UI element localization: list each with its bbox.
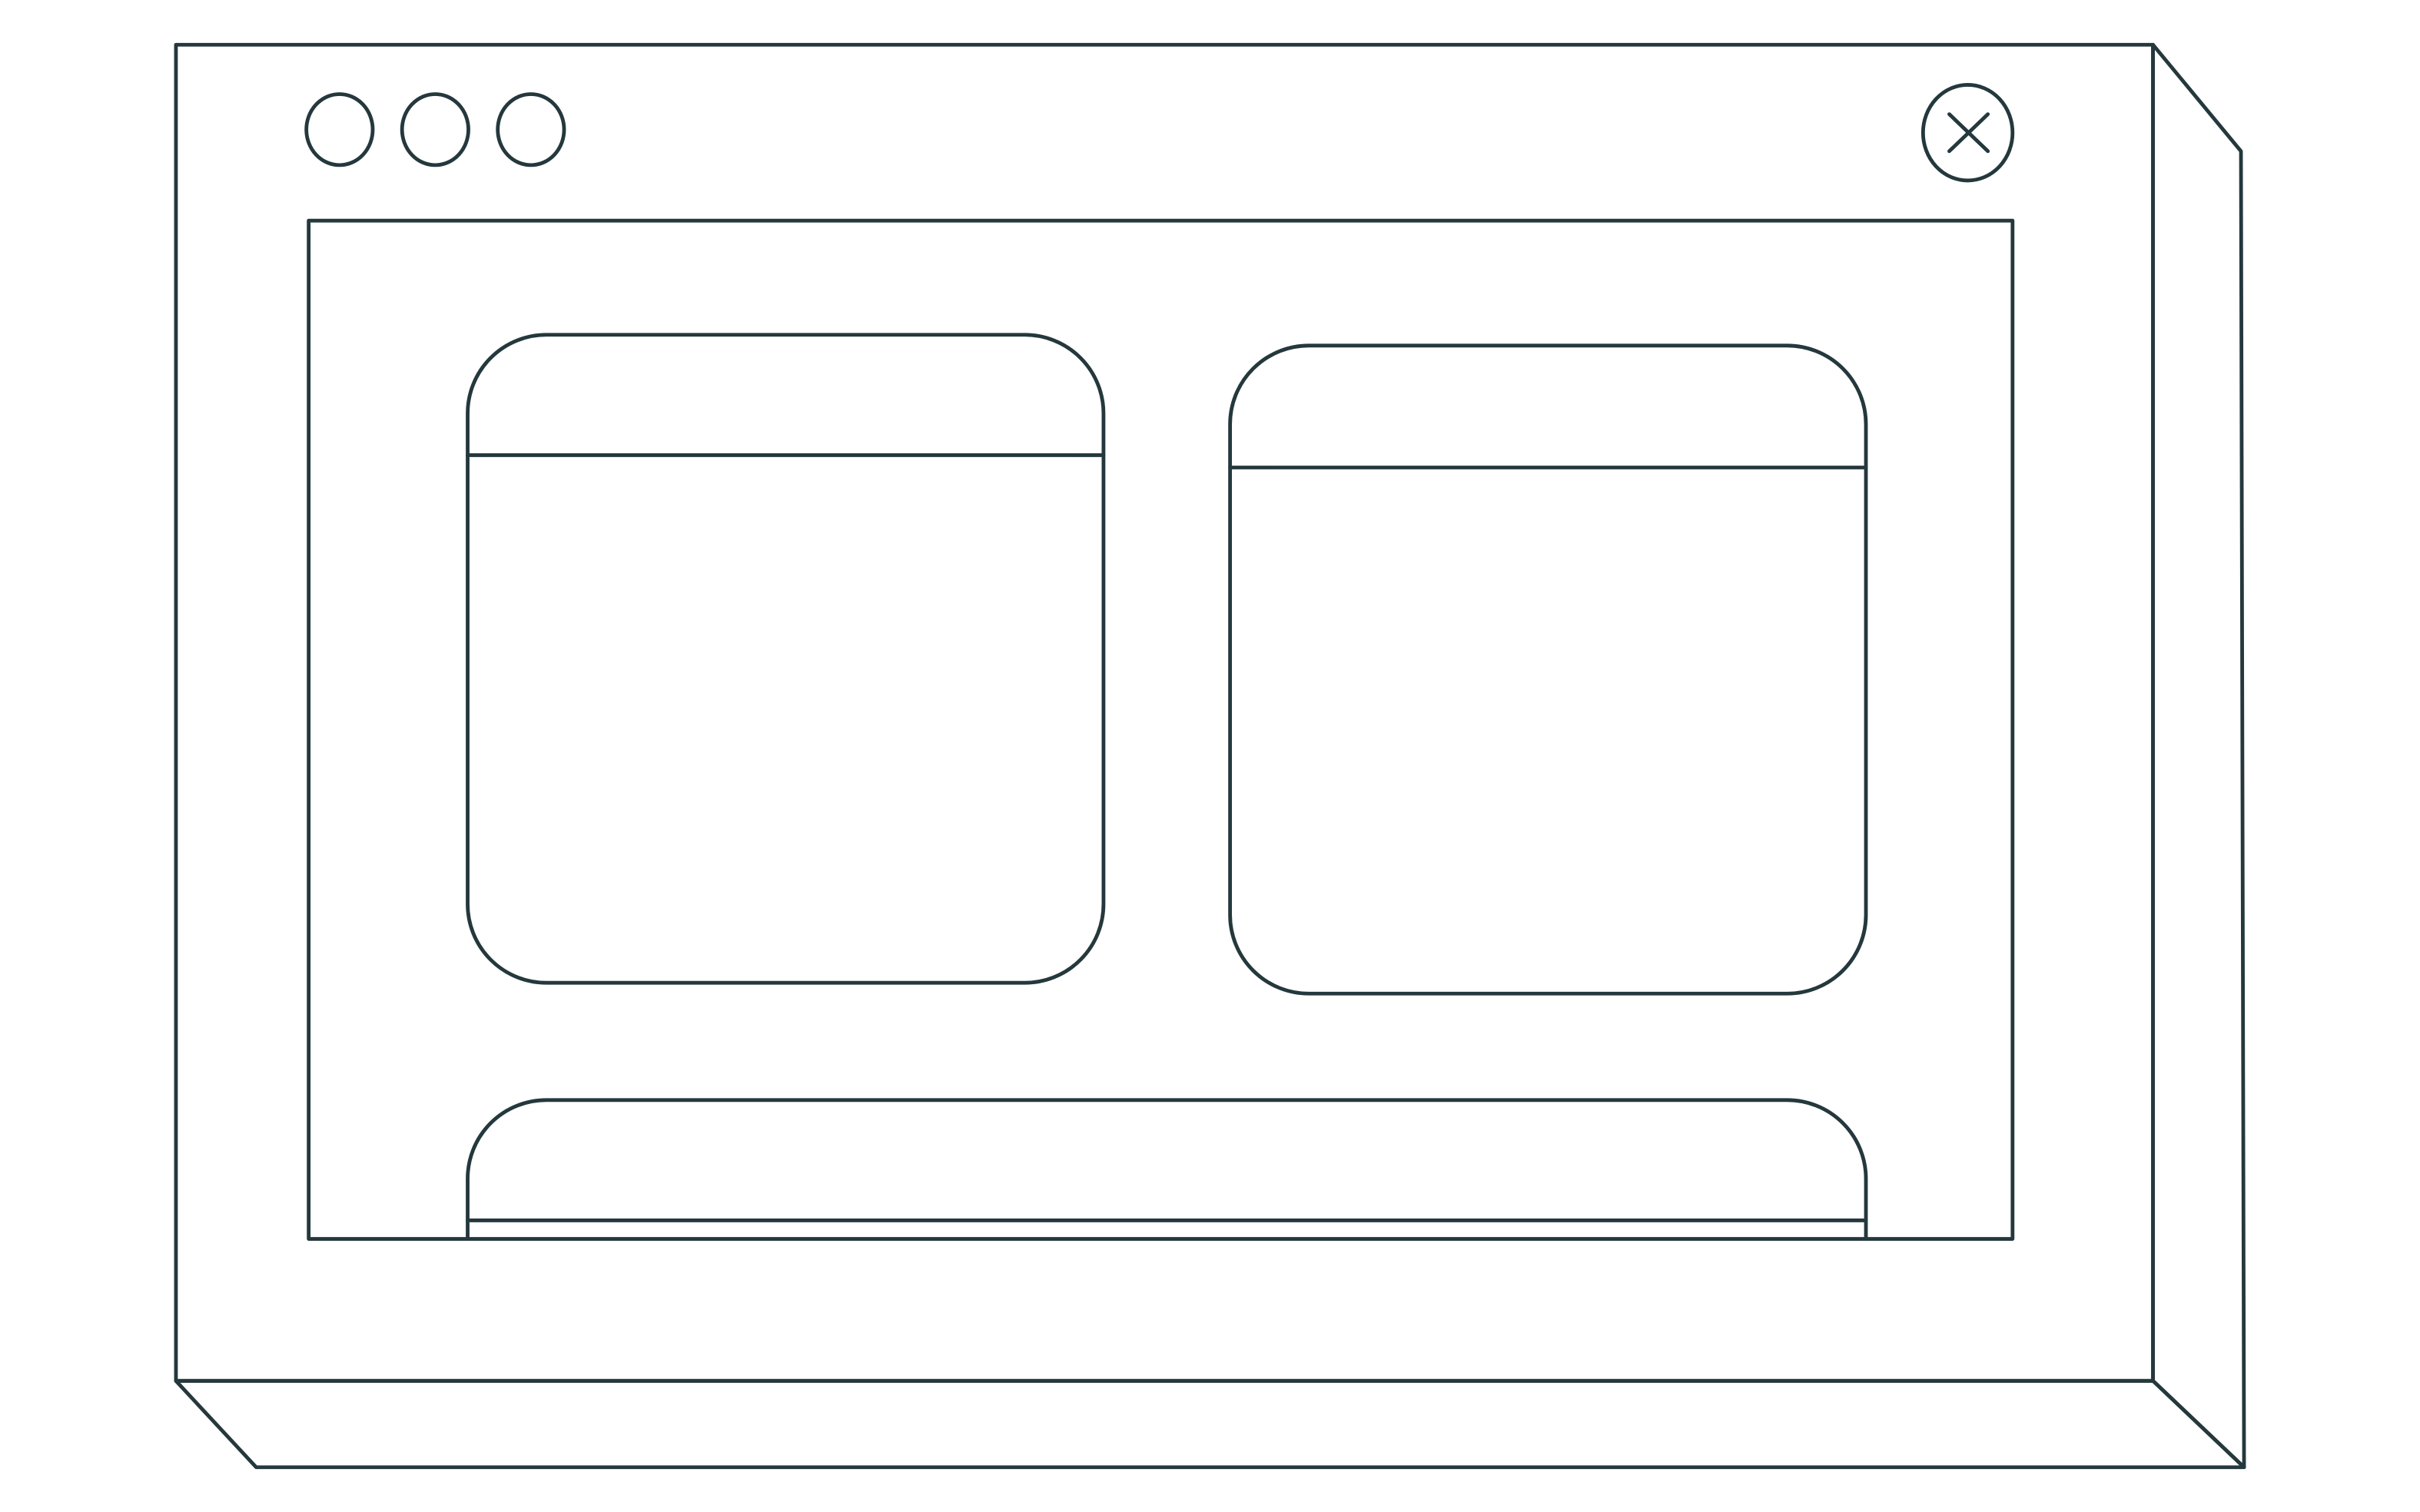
content-viewport (307, 218, 2015, 1241)
card-top-right-outline (1228, 343, 1868, 996)
window-frame (174, 42, 2155, 1383)
window-dot-2[interactable] (400, 92, 470, 167)
close-button[interactable] (1920, 83, 2015, 183)
window-dot-3[interactable] (496, 92, 566, 167)
card-top-right[interactable] (1228, 343, 1868, 996)
window-right-side-face (2151, 42, 2246, 1470)
card-top-left-outline (466, 333, 1106, 985)
card-bottom-wide-outline (466, 1098, 1868, 1241)
card-bottom-wide[interactable] (466, 1098, 1868, 1241)
card-top-left[interactable] (466, 333, 1106, 985)
window-bottom-face (174, 1378, 2246, 1470)
window-dot-1[interactable] (304, 92, 375, 167)
close-icon (1947, 112, 1990, 154)
browser-window-illustration (174, 42, 2246, 1470)
window-depth-faces (174, 42, 2246, 1470)
window-controls (304, 83, 2015, 183)
